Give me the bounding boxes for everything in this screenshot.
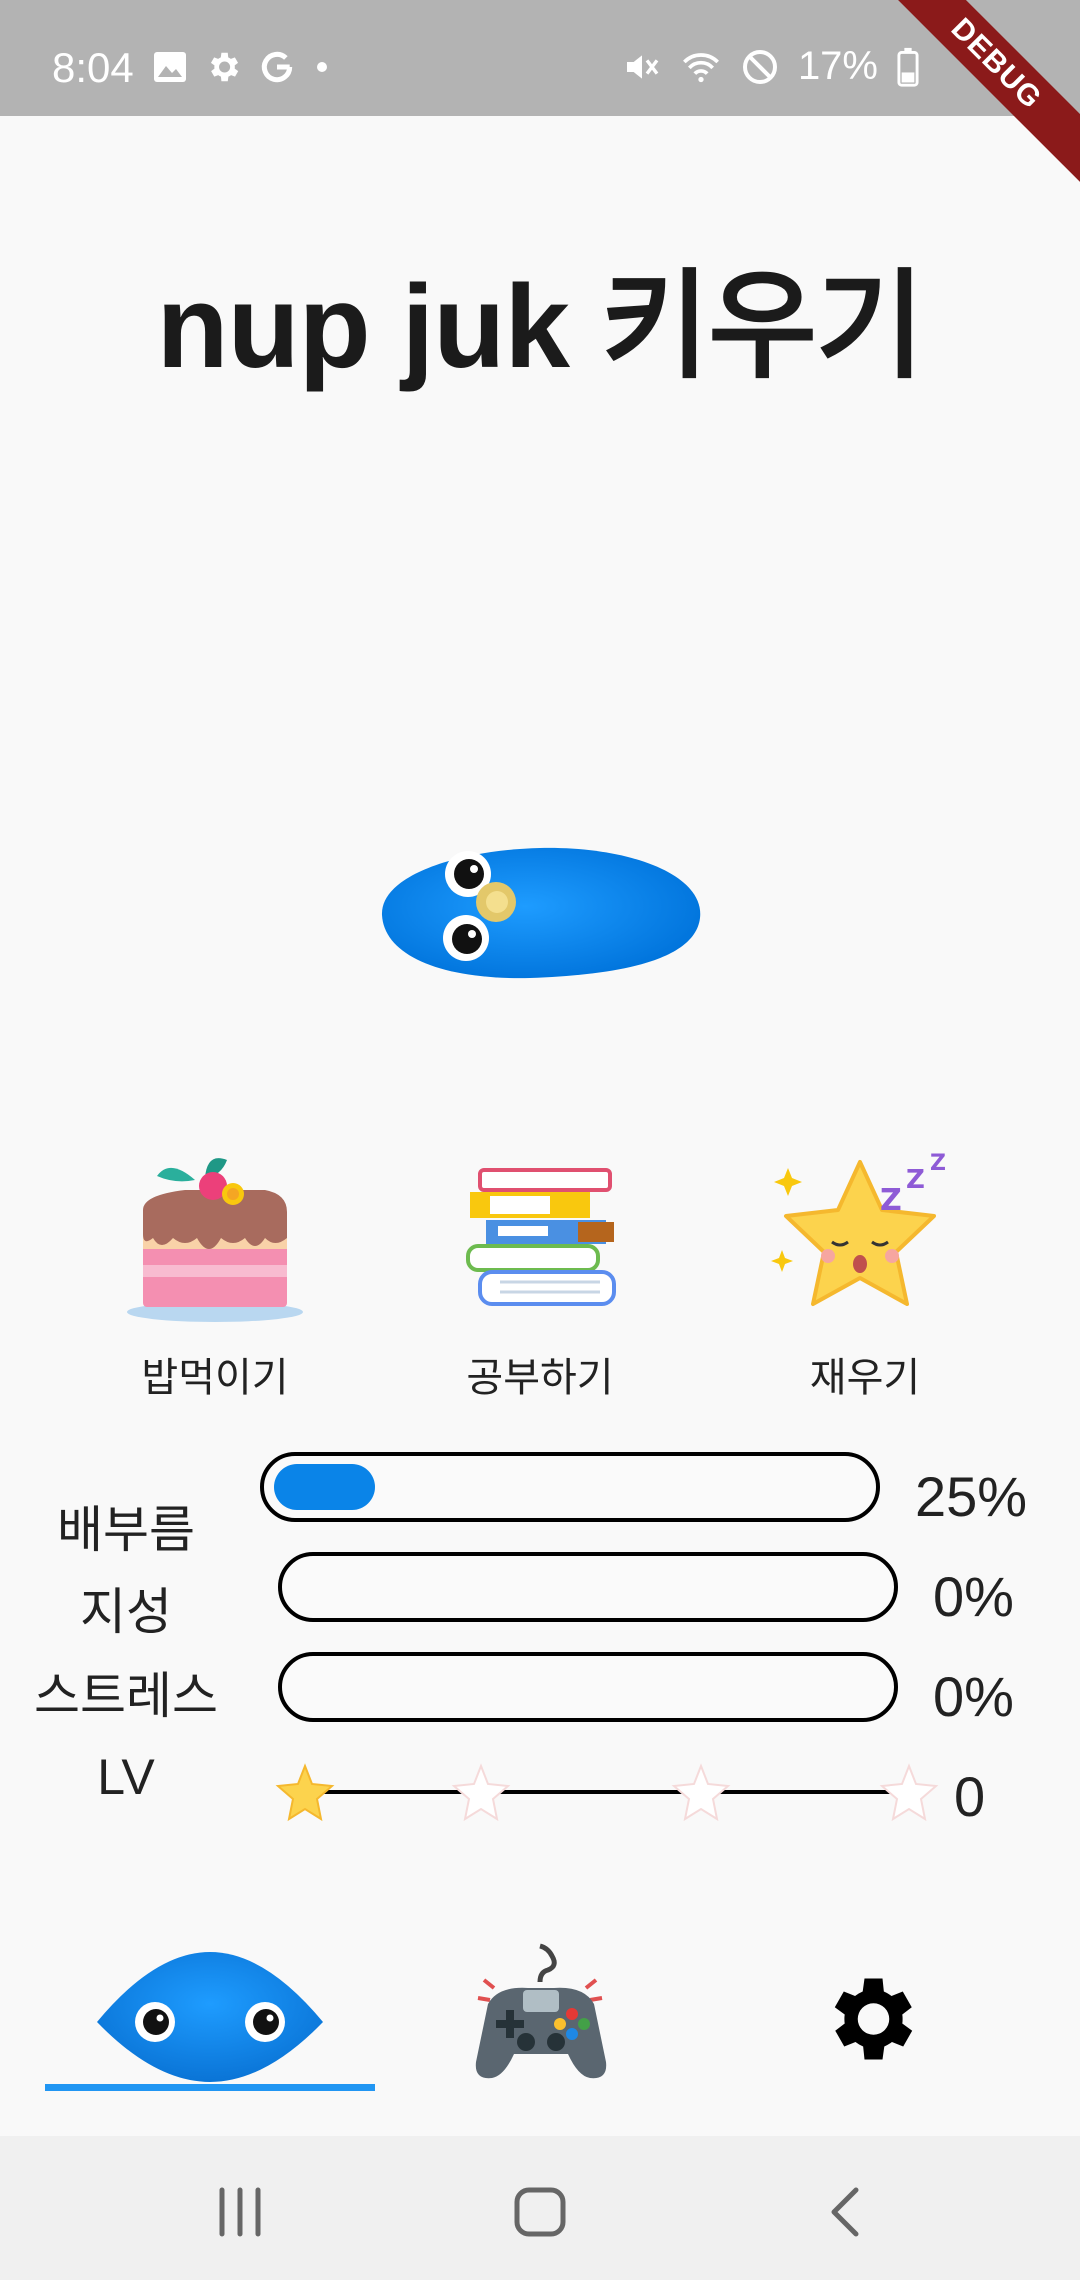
pet-character[interactable] [370,840,710,990]
stress-value: 0% [933,1665,1014,1728]
level-star-icon [275,1763,335,1822]
level-label: LV [97,1749,155,1805]
do-not-disturb-icon [742,49,777,84]
level-track [290,1790,900,1794]
active-tab-indicator [45,2084,375,2091]
sleeping-star-icon: Z Z Z [771,1151,946,1306]
page-title: nup juk 키우기 [156,261,925,393]
home-icon[interactable] [511,2184,569,2240]
wifi-icon [682,52,719,82]
sleep-button[interactable]: Z Z Z 재우기 [745,1150,985,1403]
battery-charging-icon [897,47,919,87]
recent-apps-icon[interactable] [212,2184,268,2240]
level-star-icon [671,1763,731,1822]
stress-bar [278,1652,898,1722]
books-icon [466,1168,616,1306]
sleep-label: 재우기 [809,1356,921,1400]
tab-game[interactable] [468,1942,613,2087]
intelligence-bar [278,1552,898,1622]
status-time: 8:04 [52,44,134,91]
tab-pet[interactable] [95,1950,325,2085]
level-value: 0 [954,1765,986,1828]
study-label: 공부하기 [466,1356,614,1400]
status-icons-right: 17% [622,44,920,89]
svg-text:Z: Z [880,1183,902,1218]
fullness-bar [260,1452,880,1522]
intelligence-label: 지성 [80,1584,172,1640]
cake-icon [127,1158,303,1322]
svg-text:Z: Z [930,1151,946,1176]
back-icon[interactable] [818,2184,874,2240]
status-icons-left [152,48,332,86]
study-button[interactable]: 공부하기 [420,1150,660,1403]
tab-settings[interactable] [815,1965,923,2073]
intelligence-value: 0% [933,1565,1014,1628]
system-nav-bar [0,2136,1080,2280]
google-icon [261,51,293,83]
feed-label: 밥먹이기 [141,1356,289,1400]
level-star-icon [451,1763,511,1822]
gear-icon [210,52,239,82]
fullness-bar-fill [274,1464,375,1510]
bottom-nav [0,1920,1080,2135]
stress-label: 스트레스 [34,1668,218,1724]
dot-icon [317,62,327,72]
feed-button[interactable]: 밥먹이기 [95,1150,335,1403]
svg-text:Z: Z [906,1165,925,1195]
level-star-icon [879,1763,939,1822]
mute-icon [626,54,659,79]
fullness-label: 배부름 [57,1502,195,1558]
fullness-value: 25% [915,1465,1028,1528]
battery-text: 17% [797,44,878,88]
image-icon [154,52,186,82]
